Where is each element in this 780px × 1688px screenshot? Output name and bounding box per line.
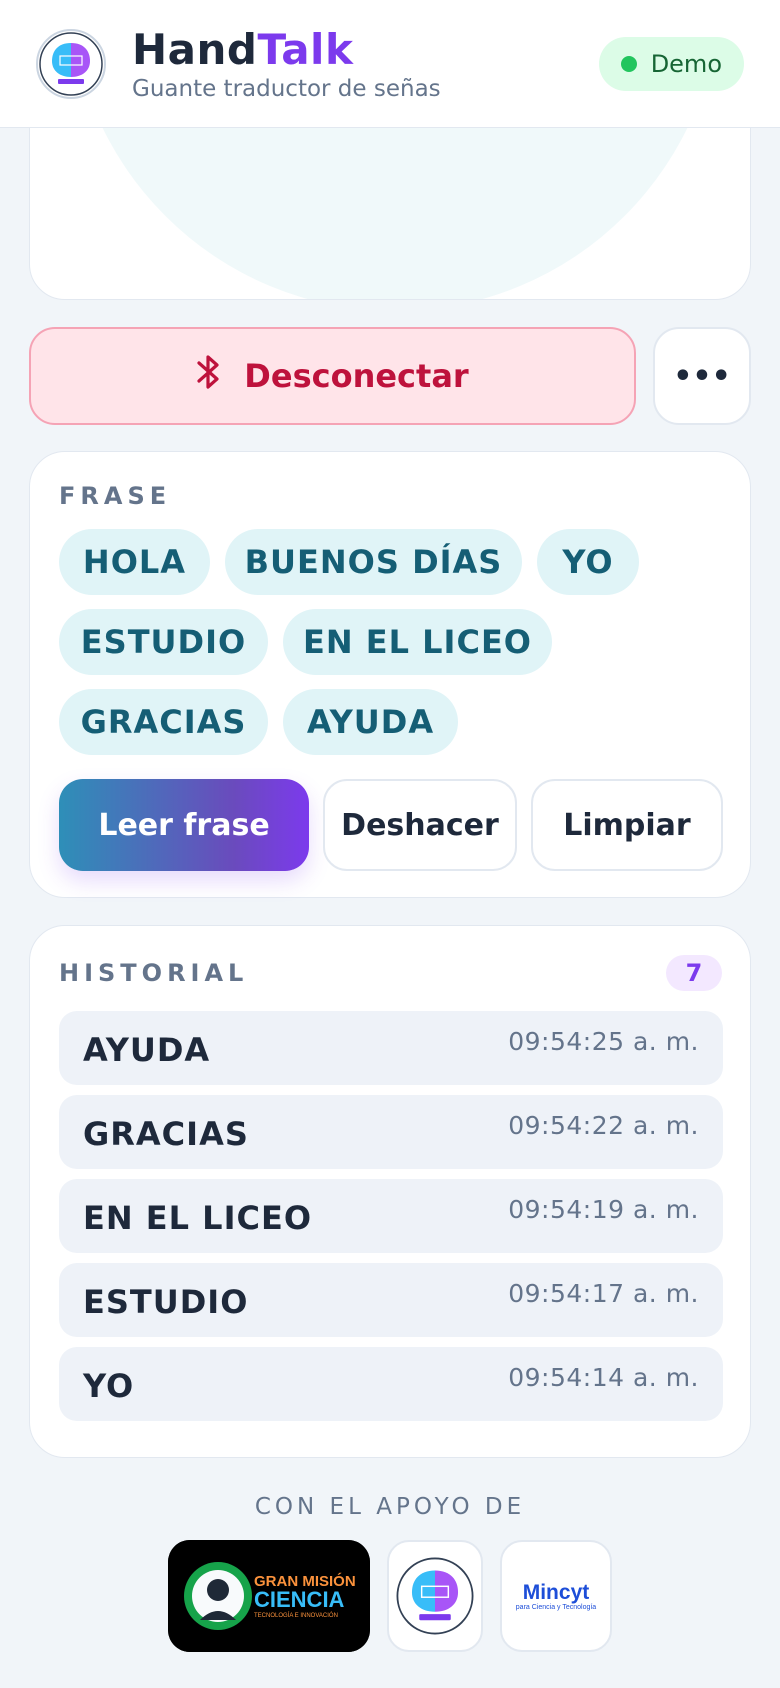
brigada-sponsor-logo — [387, 1540, 483, 1652]
status-dot-icon — [620, 55, 637, 72]
history-word: ESTUDIO — [83, 1283, 249, 1321]
undo-button[interactable]: Deshacer — [323, 779, 517, 871]
status-label: Demo — [650, 49, 722, 78]
gran-mision-ciencia-logo: GRAN MISIÓN CIENCIA TECNOLOGÍA E INNOVAC… — [168, 1540, 370, 1652]
phrase-word-chip[interactable]: YO — [537, 529, 639, 595]
gmc-line3: TECNOLOGÍA E INNOVACIÓN — [254, 1613, 338, 1619]
app-title-part1: Hand — [132, 24, 258, 74]
mincyt-logo: Mincyt para Ciencia y Tecnología — [500, 1540, 612, 1652]
history-row[interactable]: YO 09:54:14 a. m. — [59, 1347, 723, 1421]
history-row[interactable]: EN EL LICEO 09:54:19 a. m. — [59, 1179, 723, 1253]
read-phrase-button[interactable]: Leer frase — [59, 779, 309, 871]
clear-button[interactable]: Limpiar — [531, 779, 723, 871]
brand-block: HandTalk Guante traductor de señas — [132, 24, 599, 102]
history-word: EN EL LICEO — [83, 1199, 313, 1237]
mincyt-sub: para Ciencia y Tecnología — [515, 1603, 597, 1611]
phrase-word-chip[interactable]: EN EL LICEO — [283, 609, 552, 675]
app-subtitle: Guante traductor de señas — [132, 75, 441, 102]
phrase-word-chip[interactable]: HOLA — [59, 529, 210, 595]
app-title-part2: Talk — [257, 24, 354, 74]
app-header: HandTalk Guante traductor de señas Demo — [0, 0, 780, 128]
history-word: GRACIAS — [83, 1115, 249, 1153]
phrase-card: FRASE HOLA BUENOS DÍAS YO ESTUDIO EN EL … — [29, 451, 751, 898]
history-count-badge: 7 — [666, 955, 722, 991]
more-options-button[interactable]: ••• — [653, 327, 751, 425]
disconnect-button[interactable]: Desconectar — [29, 327, 636, 425]
phrase-word-chip[interactable]: AYUDA — [283, 689, 458, 755]
brigada-logo-icon — [36, 28, 106, 99]
phrase-word-chip[interactable]: BUENOS DÍAS — [225, 529, 522, 595]
history-time: 09:54:25 a. m. — [508, 1027, 699, 1056]
history-time: 09:54:17 a. m. — [508, 1279, 699, 1308]
phrase-word-chip[interactable]: ESTUDIO — [59, 609, 268, 675]
history-section-label: HISTORIAL — [59, 959, 249, 987]
history-time: 09:54:19 a. m. — [508, 1195, 699, 1224]
gmc-line2: CIENCIA — [254, 1587, 345, 1612]
brigada-logo-icon — [396, 1557, 474, 1635]
history-time: 09:54:14 a. m. — [508, 1363, 699, 1392]
history-time: 09:54:22 a. m. — [508, 1111, 699, 1140]
bluetooth-icon — [196, 352, 222, 400]
history-row[interactable]: GRACIAS 09:54:22 a. m. — [59, 1095, 723, 1169]
support-label: CON EL APOYO DE — [254, 1494, 526, 1520]
phrase-section-label: FRASE — [59, 482, 172, 510]
history-row[interactable]: ESTUDIO 09:54:17 a. m. — [59, 1263, 723, 1337]
mincyt-name: Mincyt — [522, 1580, 590, 1604]
gmc-text: GRAN MISIÓN CIENCIA TECNOLOGÍA E INNOVAC… — [254, 1574, 364, 1619]
more-options-icon: ••• — [673, 358, 731, 394]
history-row[interactable]: AYUDA 09:54:25 a. m. — [59, 1011, 723, 1085]
history-card: HISTORIAL 7 AYUDA 09:54:25 a. m. GRACIAS… — [29, 925, 751, 1458]
app-title: HandTalk — [132, 24, 599, 74]
demo-status-badge: Demo — [598, 36, 744, 91]
phrase-word-chip[interactable]: GRACIAS — [59, 689, 268, 755]
history-word: YO — [83, 1367, 135, 1405]
history-word: AYUDA — [83, 1031, 211, 1069]
disconnect-label: Desconectar — [244, 357, 469, 395]
